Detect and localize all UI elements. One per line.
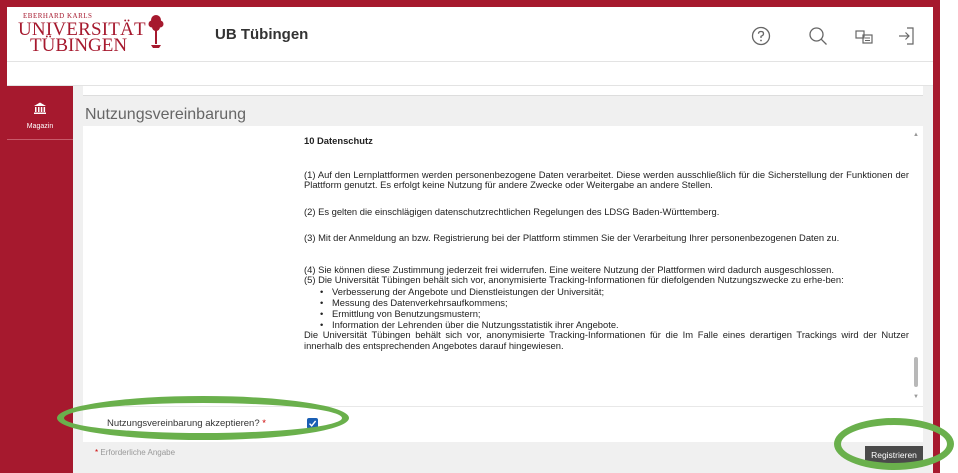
sub-header-bar <box>7 62 933 86</box>
accept-form-row: Nutzungsvereinbarung akzeptieren? * <box>83 406 923 442</box>
register-button[interactable]: Registrieren <box>865 446 923 464</box>
logo-line-2: TÜBINGEN <box>30 35 128 56</box>
agreement-paragraph-6: Die Universität Tübingen behält sich vor… <box>304 329 909 351</box>
accept-checkbox[interactable] <box>307 418 318 429</box>
agreement-paragraph-2: (2) Es gelten die einschlägigen datensch… <box>304 205 720 217</box>
required-note-text: Erforderliche Angabe <box>100 448 176 457</box>
agreement-paragraph-5: (5) Die Universität Tübingen behält sich… <box>304 274 844 285</box>
search-icon[interactable] <box>807 25 829 47</box>
list-item: Verbesserung der Angebote und Dienstleis… <box>320 286 909 297</box>
main-top-strip <box>83 86 923 96</box>
required-star: * <box>262 418 266 429</box>
agreement-text-scroll[interactable]: 10 Datenschutz (1) Auf den Lernplattform… <box>304 136 909 404</box>
scrollbar-thumb[interactable] <box>914 357 918 387</box>
switch-icon[interactable] <box>853 25 875 47</box>
logout-icon[interactable] <box>895 25 917 47</box>
site-title[interactable]: UB Tübingen <box>215 26 308 43</box>
sidebar-item-magazin[interactable]: Magazin <box>7 96 73 140</box>
vertical-scrollbar[interactable]: ▲ ▼ <box>912 132 920 402</box>
top-header: EBERHARD KARLS UNIVERSITÄT TÜBINGEN UB T… <box>7 7 933 62</box>
required-note: * Erforderliche Angabe <box>95 448 175 457</box>
scroll-up-icon[interactable]: ▲ <box>912 132 920 138</box>
left-sidebar: Magazin <box>7 86 73 473</box>
checkmark-icon <box>309 420 317 427</box>
accept-label: Nutzungsvereinbarung akzeptieren? * <box>107 418 266 429</box>
accept-label-text: Nutzungsvereinbarung akzeptieren? <box>107 418 260 429</box>
university-logo[interactable]: EBERHARD KARLS UNIVERSITÄT TÜBINGEN <box>18 12 168 58</box>
tracking-purpose-list: Verbesserung der Angebote und Dienstleis… <box>320 286 909 331</box>
bank-icon <box>34 102 46 114</box>
required-star: * <box>95 448 99 457</box>
agreement-paragraph-1: (1) Auf den Lernplattformen werden perso… <box>304 168 909 190</box>
sidebar-item-label: Magazin <box>26 123 54 130</box>
list-item: Messung des Datenverkehrsaufkommens; <box>320 297 909 308</box>
list-item: Information der Lehrenden über die Nutzu… <box>320 319 909 330</box>
agreement-paragraph-3: (3) Mit der Anmeldung an bzw. Registrier… <box>304 232 840 243</box>
palm-tree-logo-icon <box>148 15 164 48</box>
help-icon[interactable] <box>750 25 772 47</box>
section-heading: 10 Datenschutz <box>304 136 373 146</box>
list-item: Ermittlung von Benutzungsmustern; <box>320 308 909 319</box>
agreement-panel: 10 Datenschutz (1) Auf den Lernplattform… <box>83 126 923 406</box>
page-title: Nutzungsvereinbarung <box>85 106 246 123</box>
main-content: Nutzungsvereinbarung 10 Datenschutz (1) … <box>73 86 933 473</box>
scroll-down-icon[interactable]: ▼ <box>912 394 920 400</box>
